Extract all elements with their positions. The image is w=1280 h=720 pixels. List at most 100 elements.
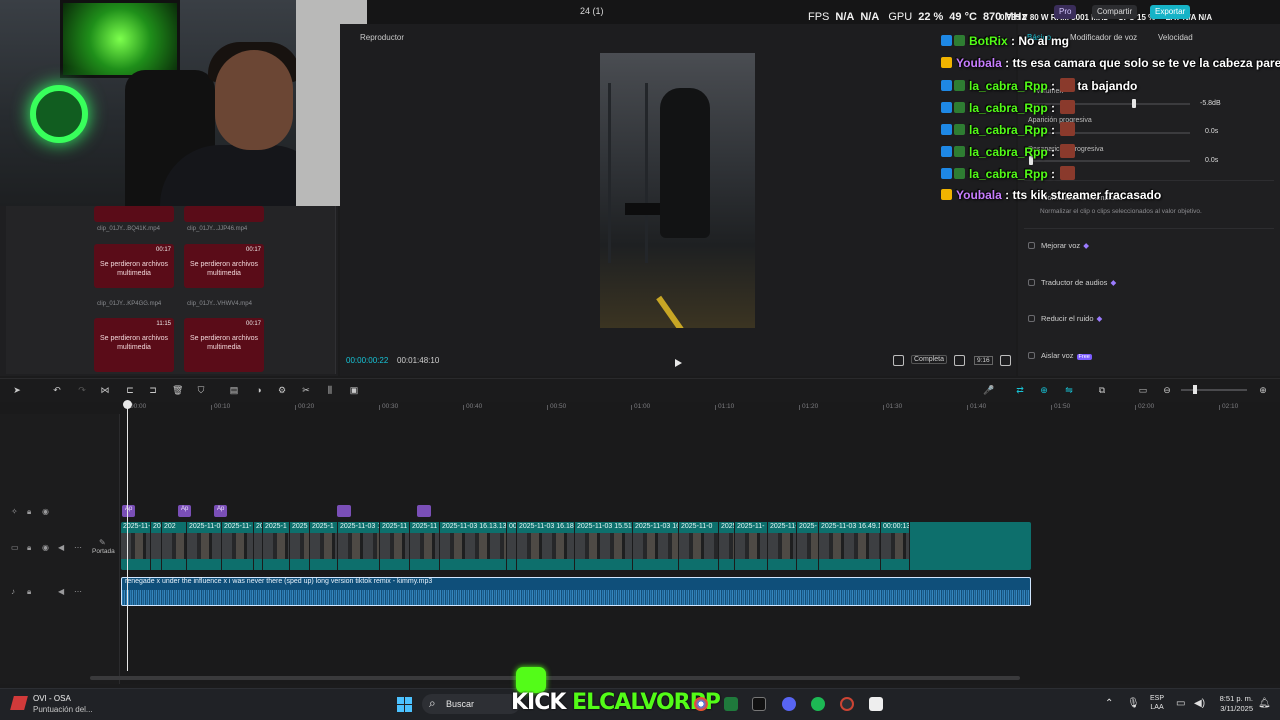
- obs-icon[interactable]: [840, 697, 854, 711]
- fit-timeline-icon[interactable]: ▣: [349, 385, 359, 395]
- audio-split-icon[interactable]: ⫼: [325, 385, 335, 395]
- undo-icon[interactable]: ↶: [52, 385, 62, 395]
- video-clip[interactable]: 2025-11-0: [768, 522, 797, 570]
- snap-icon[interactable]: ⇋: [1064, 385, 1074, 395]
- split-icon[interactable]: ⋈: [100, 385, 110, 395]
- quality-button[interactable]: Completa: [911, 355, 947, 364]
- cover-label[interactable]: Portada: [92, 548, 115, 555]
- effect-clip[interactable]: [417, 505, 431, 517]
- fade-out-value[interactable]: 0.0s: [1205, 157, 1218, 164]
- eye-icon[interactable]: ◉: [42, 507, 49, 516]
- volume-slider-knob[interactable]: [1132, 99, 1136, 108]
- tab-speed[interactable]: Velocidad: [1158, 33, 1193, 42]
- enhance-voice-checkbox[interactable]: [1028, 242, 1035, 249]
- fit-icon[interactable]: [954, 355, 965, 366]
- effects-icon[interactable]: ◑: [254, 385, 264, 395]
- crop-icon[interactable]: [893, 355, 904, 366]
- redo-icon[interactable]: ↷: [77, 385, 87, 395]
- ratio-button[interactable]: 9:16: [974, 356, 993, 365]
- video-clip[interactable]: 2025-1: [263, 522, 290, 570]
- more-icon[interactable]: ⋯: [74, 543, 82, 552]
- play-icon[interactable]: [673, 355, 683, 367]
- video-clip[interactable]: 2025-11-03 15.51.01: [575, 522, 633, 570]
- missing-media-clip[interactable]: 00:17 Se perdieron archivos multimedia: [184, 318, 264, 372]
- zoom-slider-knob[interactable]: [1193, 385, 1197, 394]
- lock-icon[interactable]: 🔒︎: [27, 543, 31, 553]
- share-button[interactable]: Compartir: [1092, 5, 1138, 19]
- video-clip[interactable]: 20: [254, 522, 263, 570]
- effect-clip[interactable]: Ap: [178, 505, 192, 517]
- video-clip[interactable]: 2025: [719, 522, 735, 570]
- capcut-icon[interactable]: [869, 697, 883, 711]
- microphone-tray-icon[interactable]: 🎙: [1127, 698, 1140, 709]
- speaker-icon[interactable]: ◀): [1194, 698, 1205, 709]
- audio-translator-checkbox[interactable]: [1028, 279, 1035, 286]
- export-button[interactable]: Exportar: [1150, 5, 1191, 19]
- network-icon[interactable]: ▭: [1176, 698, 1185, 709]
- missing-media-clip[interactable]: [94, 206, 174, 222]
- widget-title[interactable]: OVI - OSA: [33, 694, 71, 703]
- captions-icon[interactable]: ▤: [229, 385, 239, 395]
- fullscreen-icon[interactable]: [1000, 355, 1011, 366]
- volume-icon[interactable]: ◀: [58, 587, 64, 596]
- effect-clip[interactable]: [337, 505, 351, 517]
- effect-clip[interactable]: Ap: [214, 505, 228, 517]
- isolate-voice-checkbox[interactable]: [1028, 352, 1035, 359]
- split-left-icon[interactable]: ⊏: [125, 385, 135, 395]
- video-clip[interactable]: 2025: [290, 522, 310, 570]
- taskbar-search[interactable]: Buscar: [422, 694, 520, 714]
- language-indicator[interactable]: ESP LAA: [1150, 694, 1164, 712]
- video-clip[interactable]: 2025-: [797, 522, 819, 570]
- discord-icon[interactable]: [782, 697, 796, 711]
- adjust-icon[interactable]: ⚙: [277, 385, 287, 395]
- noise-reduction-checkbox[interactable]: [1028, 315, 1035, 322]
- chrome-icon[interactable]: [694, 697, 708, 711]
- notifications-icon[interactable]: 🔔︎: [1258, 698, 1271, 709]
- video-clip[interactable]: 2025-11: [410, 522, 440, 570]
- effect-clip[interactable]: Ap: [122, 505, 136, 517]
- volume-value[interactable]: -5.8dB: [1200, 100, 1221, 107]
- video-clip[interactable]: 2025-11-: [222, 522, 254, 570]
- app-icon[interactable]: [724, 697, 738, 711]
- video-clip[interactable]: 2025-11-0: [679, 522, 719, 570]
- missing-media-clip[interactable]: 11:15 Se perdieron archivos multimedia: [94, 318, 174, 372]
- spotify-icon[interactable]: [811, 697, 825, 711]
- terminal-icon[interactable]: [752, 697, 766, 711]
- video-clip[interactable]: 2025-11-0: [187, 522, 222, 570]
- zoom-out-icon[interactable]: ⊖: [1162, 385, 1172, 395]
- zoom-slider[interactable]: [1181, 389, 1247, 391]
- video-clip[interactable]: 2025-11-03 16.13.13.mov: [440, 522, 507, 570]
- pro-badge[interactable]: Pro: [1054, 5, 1077, 19]
- caption-track-icon[interactable]: ▭: [1138, 385, 1148, 395]
- video-clip[interactable]: 202: [162, 522, 187, 570]
- link-icon[interactable]: ⇄: [1015, 385, 1025, 395]
- volume-icon[interactable]: ◀: [58, 543, 64, 552]
- lock-icon[interactable]: 🔒︎: [27, 507, 31, 517]
- delete-icon[interactable]: 🗑: [172, 385, 183, 395]
- mark-icon[interactable]: ⛉: [196, 385, 206, 395]
- microphone-icon[interactable]: 🎤: [983, 385, 994, 395]
- video-track[interactable]: 2025-11-03 16.202022025-11-02025-11-2020…: [121, 522, 1031, 570]
- fade-in-value[interactable]: 0.0s: [1205, 128, 1218, 135]
- video-clip[interactable]: 00: [507, 522, 517, 570]
- video-clip[interactable]: 2025-11-03 16.: [338, 522, 380, 570]
- zoom-in-icon[interactable]: ⊕: [1258, 385, 1268, 395]
- edit-cover-icon[interactable]: ✎: [99, 538, 106, 547]
- eye-icon[interactable]: ◉: [42, 543, 49, 552]
- video-clip[interactable]: 2025-1: [310, 522, 338, 570]
- lock-icon[interactable]: 🔒︎: [27, 587, 31, 597]
- missing-media-clip[interactable]: 00:17 Se perdieron archivos multimedia: [94, 244, 174, 288]
- chevron-up-icon[interactable]: ⌃: [1105, 698, 1113, 709]
- tab-voice-changer[interactable]: Modificador de voz: [1070, 33, 1137, 42]
- video-clip[interactable]: 2025-11-03 16.4: [633, 522, 679, 570]
- video-clip[interactable]: 00:00:13:: [881, 522, 910, 570]
- more-icon[interactable]: ⋯: [74, 587, 82, 596]
- horizontal-scrollbar[interactable]: [90, 676, 1020, 680]
- missing-media-clip[interactable]: [184, 206, 264, 222]
- playhead[interactable]: [127, 401, 128, 671]
- clock[interactable]: 8:51 p. m. 3/11/2025: [1213, 694, 1253, 714]
- windows-start-icon[interactable]: [397, 697, 412, 712]
- video-clip[interactable]: 2025-11-03 16.18.: [517, 522, 575, 570]
- video-clip[interactable]: 2025-11-03 16.: [121, 522, 151, 570]
- preview-axis-icon[interactable]: ⧉: [1097, 385, 1107, 395]
